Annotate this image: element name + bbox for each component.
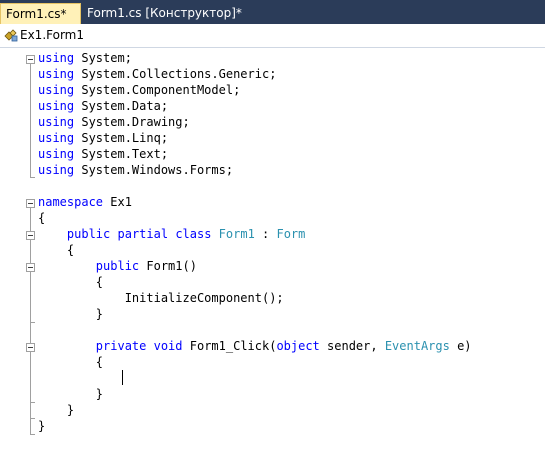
outline-end	[30, 418, 35, 419]
code-line-14: public Form1()	[95, 259, 197, 273]
code-line-8: using System.Windows.Forms;	[38, 163, 234, 177]
code-line-7: using System.Text;	[38, 147, 169, 161]
code-line-23: }	[38, 403, 75, 417]
code-editor[interactable]: using System; using System.Collections.G…	[0, 48, 545, 458]
code-line-11: {	[38, 211, 46, 225]
code-line-17: }	[38, 307, 104, 321]
class-icon	[4, 29, 18, 42]
collapse-usings-icon[interactable]	[26, 55, 35, 64]
code-line-12: public partial class Form1 : Form	[66, 227, 306, 241]
tab-form1-cs[interactable]: Form1.cs*	[0, 3, 81, 24]
code-line-24: }	[38, 419, 46, 433]
code-line-10: namespace Ex1	[38, 195, 132, 209]
code-line-1: using System;	[38, 51, 132, 65]
code-line-5: using System.Drawing;	[38, 115, 190, 129]
code-line-15: {	[38, 275, 104, 289]
code-line-3: using System.ComponentModel;	[38, 83, 241, 97]
collapse-class-icon[interactable]	[26, 231, 35, 240]
outline-end	[30, 177, 35, 178]
document-tab-bar: Form1.cs* Form1.cs [Конструктор]*	[0, 0, 545, 24]
code-line-22: }	[38, 387, 104, 401]
code-line-13: {	[38, 243, 75, 257]
collapse-namespace-icon[interactable]	[26, 199, 35, 208]
outline-end	[30, 322, 35, 323]
code-line-4: using System.Data;	[38, 99, 169, 113]
outline-line	[30, 64, 31, 178]
code-line-20: {	[38, 355, 104, 369]
outline-end	[30, 434, 35, 435]
code-line-6: using System.Linq;	[38, 131, 169, 145]
tab-form1-designer[interactable]: Form1.cs [Конструктор]*	[82, 3, 247, 24]
code-line-19: private void Form1_Click(object sender, …	[95, 339, 472, 353]
class-selector-label: Ex1.Form1	[20, 28, 84, 42]
text-caret	[122, 370, 123, 385]
outline-end	[30, 402, 35, 403]
collapse-constructor-icon[interactable]	[26, 263, 35, 272]
collapse-method-icon[interactable]	[26, 343, 35, 352]
navigation-bar[interactable]: Ex1.Form1	[0, 24, 545, 48]
code-line-16: InitializeComponent();	[38, 291, 284, 305]
code-line-2: using System.Collections.Generic;	[38, 67, 277, 81]
outline-line	[30, 208, 31, 434]
